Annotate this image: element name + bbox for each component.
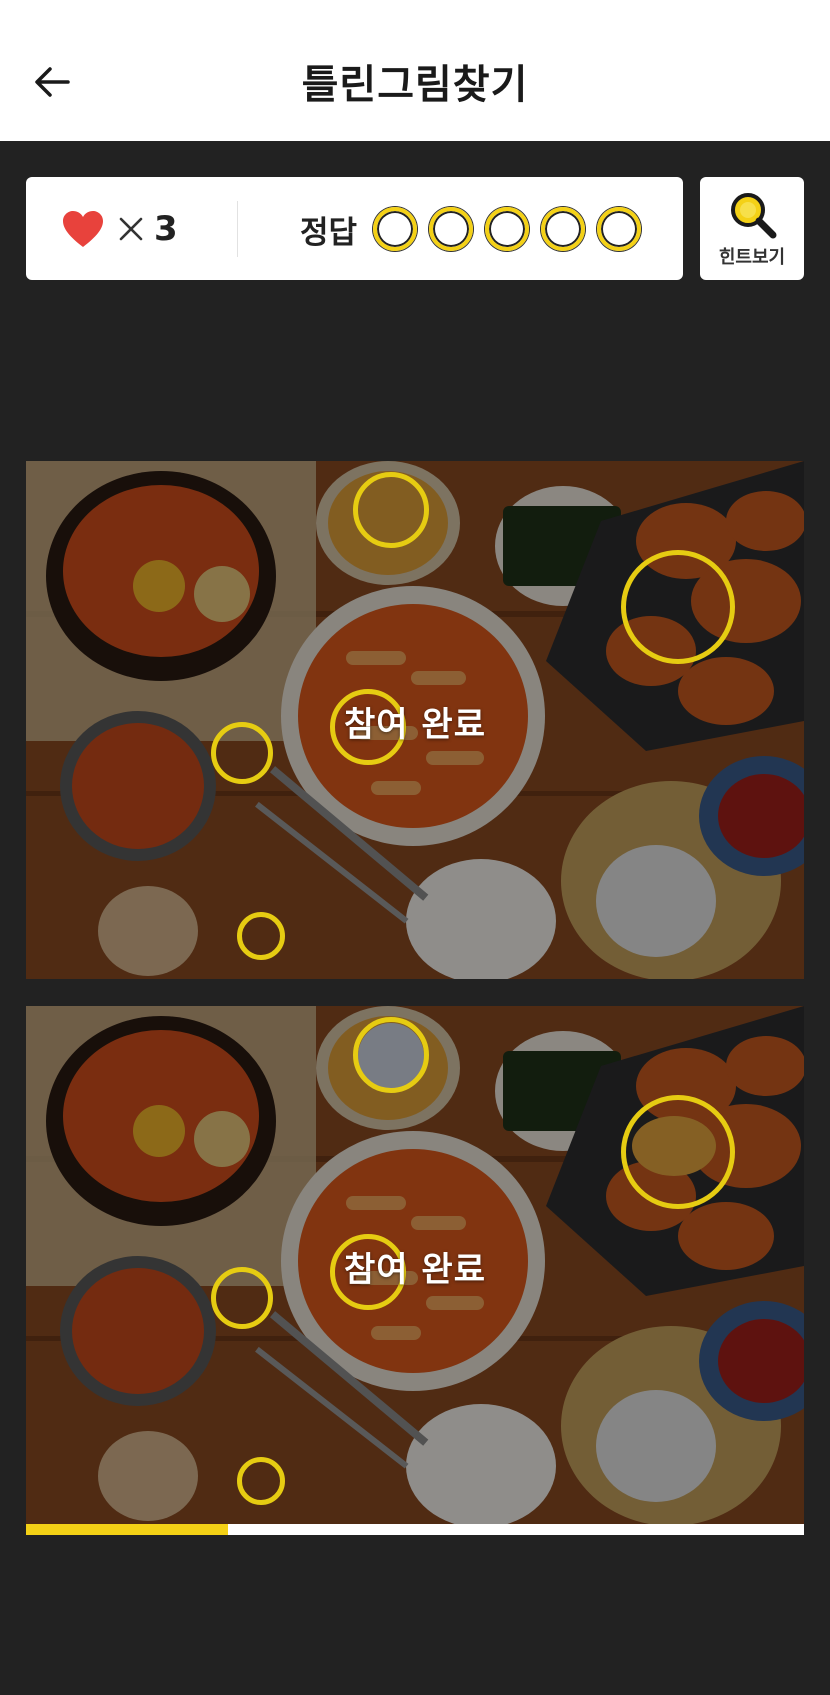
heart-icon bbox=[63, 211, 103, 247]
difference-marker bbox=[353, 1017, 429, 1093]
difference-marker bbox=[621, 550, 735, 664]
hint-label: 힌트보기 bbox=[718, 247, 786, 268]
answers-tracker: 정답 bbox=[300, 203, 653, 255]
page-title: 틀린그림찾기 bbox=[301, 62, 529, 108]
divider bbox=[237, 201, 238, 257]
magnifier-icon bbox=[731, 193, 777, 239]
original-image[interactable]: 참여 완료 bbox=[26, 461, 804, 979]
difference-marker bbox=[237, 912, 285, 960]
participation-complete-label: 참여 완료 bbox=[344, 1250, 486, 1290]
answer-slot bbox=[485, 207, 530, 251]
participation-complete-label: 참여 완료 bbox=[344, 705, 486, 745]
status-panel: 3 정답 bbox=[26, 177, 683, 280]
hint-button[interactable]: 힌트보기 bbox=[700, 177, 804, 280]
modified-image[interactable]: 참여 완료 bbox=[26, 1006, 804, 1524]
lives-counter: 3 bbox=[62, 207, 178, 251]
answer-slot bbox=[597, 207, 642, 251]
difference-marker bbox=[353, 472, 429, 548]
progress-bar bbox=[26, 1524, 804, 1535]
answer-slot bbox=[373, 207, 418, 251]
answer-slot bbox=[541, 207, 586, 251]
difference-marker bbox=[621, 1095, 735, 1209]
difference-marker bbox=[237, 1457, 285, 1505]
answers-label: 정답 bbox=[300, 214, 358, 251]
header: 틀린그림찾기 bbox=[0, 0, 830, 141]
progress-fill bbox=[26, 1524, 229, 1535]
multiply-icon bbox=[119, 217, 143, 241]
lives-count: 3 bbox=[154, 209, 178, 249]
answer-slot bbox=[429, 207, 474, 251]
